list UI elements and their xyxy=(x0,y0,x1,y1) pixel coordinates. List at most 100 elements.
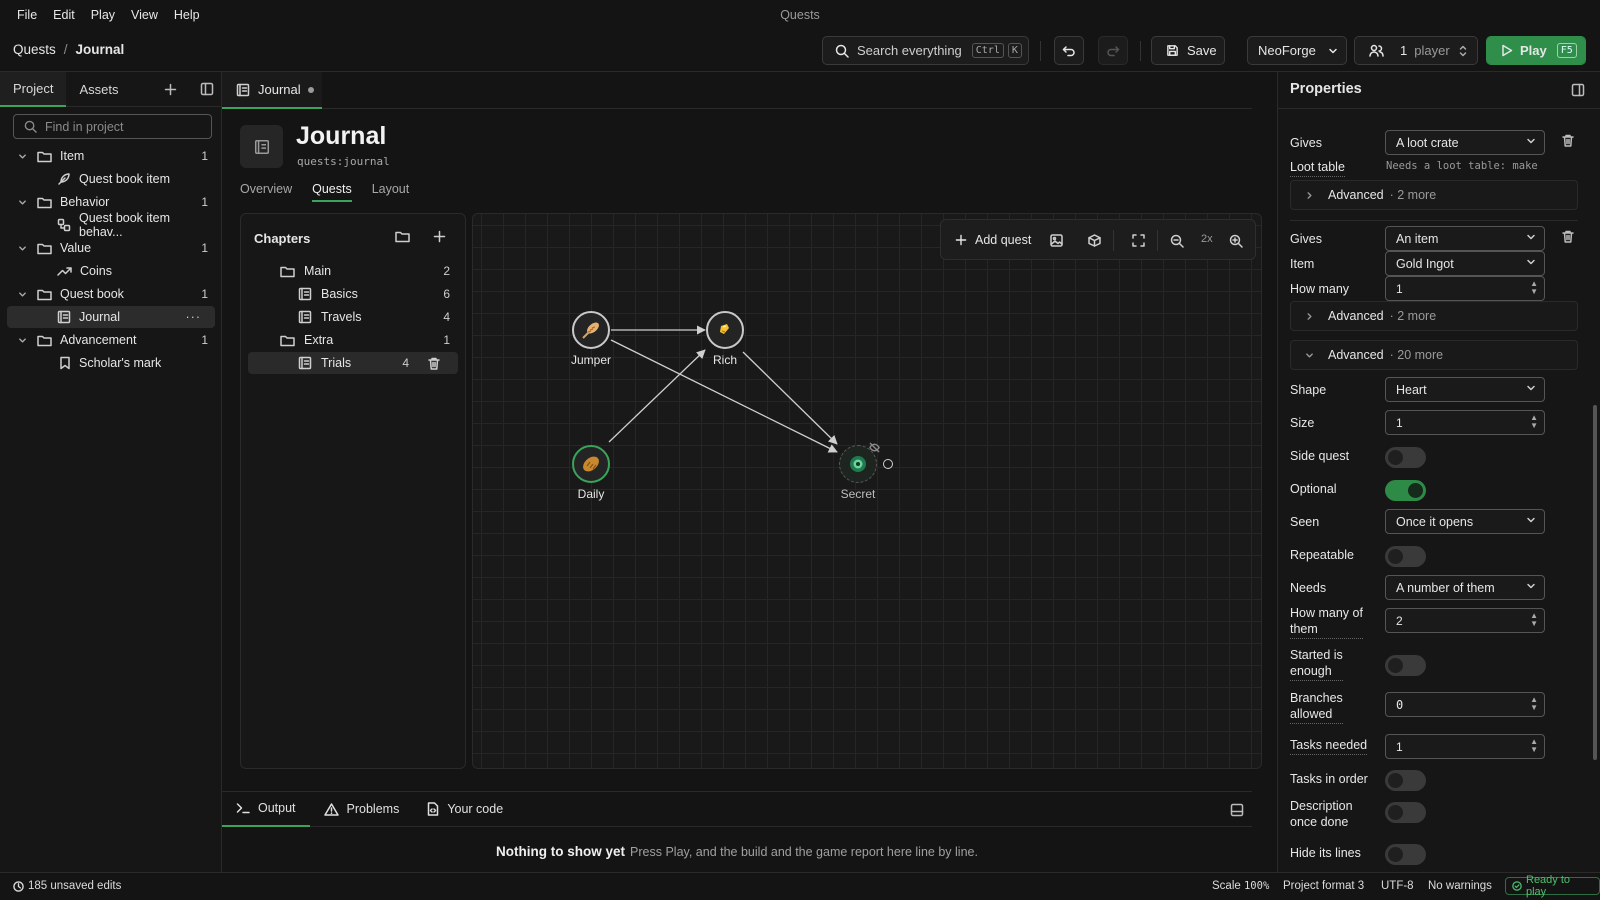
tasks-in-order-toggle[interactable] xyxy=(1385,770,1426,791)
trash-icon[interactable] xyxy=(1562,134,1574,147)
quest-daily[interactable]: Daily xyxy=(561,445,621,501)
loader-select[interactable]: NeoForge xyxy=(1247,36,1347,65)
started-enough-toggle[interactable] xyxy=(1385,655,1426,676)
fit-view-icon[interactable] xyxy=(1132,234,1145,247)
players-unit: player xyxy=(1414,43,1450,58)
tab-quests[interactable]: Quests xyxy=(312,182,352,202)
shape-select[interactable]: Heart xyxy=(1385,377,1545,402)
stepper-icon[interactable]: ▲ ▼ xyxy=(1530,280,1538,296)
tree-folder-advancement[interactable]: Advancement 1 xyxy=(7,329,215,351)
menu-edit[interactable]: Edit xyxy=(53,8,75,22)
trash-icon[interactable] xyxy=(1562,230,1574,243)
optional-toggle[interactable] xyxy=(1385,480,1426,501)
properties-scrollbar[interactable] xyxy=(1593,405,1597,760)
stepper-icon[interactable]: ▲ ▼ xyxy=(1530,414,1538,430)
chapter-trials[interactable]: Trials 4 xyxy=(248,352,458,374)
workflow-icon xyxy=(57,218,71,232)
side-quest-toggle[interactable] xyxy=(1385,447,1426,468)
tree-item-coins[interactable]: Coins xyxy=(7,260,215,282)
tab-your-code[interactable]: Your code xyxy=(413,792,517,827)
search-everything-button[interactable]: Search everything Ctrl K xyxy=(822,36,1029,65)
tab-layout[interactable]: Layout xyxy=(372,182,410,202)
tree-folder-behavior[interactable]: Behavior 1 xyxy=(7,191,215,213)
breadcrumb-root[interactable]: Quests xyxy=(13,42,56,57)
how-many-input[interactable]: 1 ▲ ▼ xyxy=(1385,276,1545,301)
tree-item-journal[interactable]: Journal ··· xyxy=(7,306,215,328)
zoom-in-icon[interactable] xyxy=(1229,234,1243,248)
tab-project[interactable]: Project xyxy=(0,71,67,107)
tab-assets[interactable]: Assets xyxy=(66,72,131,107)
needs-select[interactable]: A number of them xyxy=(1385,575,1545,600)
item-select[interactable]: Gold Ingot xyxy=(1385,251,1545,276)
advanced-section-2[interactable]: Advanced · 2 more xyxy=(1290,301,1578,331)
stepper-icon[interactable]: ▲ ▼ xyxy=(1530,612,1538,628)
quest-rich[interactable]: Rich xyxy=(695,311,755,367)
size-input[interactable]: 1 ▲ ▼ xyxy=(1385,410,1545,435)
players-stepper[interactable]: 1 player xyxy=(1354,36,1478,65)
warnings-status[interactable]: No warnings xyxy=(1428,880,1492,892)
undo-button[interactable] xyxy=(1054,36,1084,65)
new-folder-icon[interactable] xyxy=(395,230,410,243)
tree-folder-quest-book[interactable]: Quest book 1 xyxy=(7,283,215,305)
advanced-section-3[interactable]: Advanced · 20 more xyxy=(1290,340,1578,370)
menu-help[interactable]: Help xyxy=(174,8,200,22)
menu-view[interactable]: View xyxy=(131,8,158,22)
image-icon[interactable] xyxy=(1050,234,1063,247)
redo-button[interactable] xyxy=(1098,36,1128,65)
add-chapter-icon[interactable] xyxy=(433,230,446,243)
branches-allowed-input[interactable]: 0 ▲ ▼ xyxy=(1385,692,1545,717)
tab-output[interactable]: Output xyxy=(222,792,310,827)
how-many-of-them-input[interactable]: 2 ▲ ▼ xyxy=(1385,608,1545,633)
repeatable-label: Repeatable xyxy=(1290,548,1354,562)
project-search-input[interactable]: Find in project xyxy=(13,114,212,139)
editor-tab-journal[interactable]: Journal xyxy=(222,72,322,109)
bottom-panel-tabs: Output Problems Your code xyxy=(222,791,1252,827)
tree-item-quest-book-item[interactable]: Quest book item xyxy=(7,168,215,190)
save-button[interactable]: Save xyxy=(1151,36,1225,65)
menu-play[interactable]: Play xyxy=(91,8,115,22)
unsaved-edits[interactable]: 185 unsaved edits xyxy=(13,880,121,892)
menu-file[interactable]: File xyxy=(17,8,37,22)
hide-lines-toggle[interactable] xyxy=(1385,844,1426,865)
panel-toggle-icon[interactable] xyxy=(200,82,214,96)
panel-toggle-icon[interactable] xyxy=(1571,83,1585,97)
chapter-basics[interactable]: Basics 6 xyxy=(248,283,458,305)
description-once-done-toggle[interactable] xyxy=(1385,802,1426,823)
stepper-icon[interactable]: ▲ ▼ xyxy=(1530,696,1538,712)
repeatable-toggle[interactable] xyxy=(1385,546,1426,567)
tree-item-behavior[interactable]: Quest book item behav... xyxy=(7,211,215,239)
tab-problems[interactable]: Problems xyxy=(310,792,414,827)
add-icon[interactable] xyxy=(164,83,177,96)
scale-indicator[interactable]: Scale 100% xyxy=(1212,880,1269,892)
more-options-icon[interactable]: ··· xyxy=(186,310,202,324)
tree-folder-value[interactable]: Value 1 xyxy=(7,237,215,259)
stepper-icon[interactable]: ▲ ▼ xyxy=(1530,738,1538,754)
tasks-needed-input[interactable]: 1 ▲ ▼ xyxy=(1385,734,1545,759)
link-handle[interactable] xyxy=(883,459,893,469)
chapter-folder-main[interactable]: Main 2 xyxy=(248,260,458,282)
chapter-folder-extra[interactable]: Extra 1 xyxy=(248,329,458,351)
quest-secret[interactable]: Secret xyxy=(828,445,888,501)
advanced-section-1[interactable]: Advanced · 2 more xyxy=(1290,180,1578,210)
tree-item-scholars-mark[interactable]: Scholar's mark xyxy=(7,352,215,374)
trash-icon[interactable] xyxy=(428,357,440,370)
chapter-travels[interactable]: Travels 4 xyxy=(248,306,458,328)
check-circle-icon xyxy=(1512,881,1522,891)
chapter-count: 4 xyxy=(443,310,450,324)
play-button[interactable]: Play F5 xyxy=(1486,36,1586,65)
tree-label: Quest book item xyxy=(79,172,171,186)
warning-icon xyxy=(323,802,339,816)
zoom-out-icon[interactable] xyxy=(1170,234,1184,248)
gives-select[interactable]: A loot crate xyxy=(1385,130,1545,155)
tab-overview[interactable]: Overview xyxy=(240,182,292,202)
side-quest-label: Side quest xyxy=(1290,449,1350,463)
tree-folder-item[interactable]: Item 1 xyxy=(7,145,215,167)
cube-icon[interactable] xyxy=(1088,234,1101,247)
panel-bottom-icon[interactable] xyxy=(1230,803,1244,817)
add-quest-button[interactable]: Add quest xyxy=(941,233,1031,247)
seen-select[interactable]: Once it opens xyxy=(1385,509,1545,534)
gives-select[interactable]: An item xyxy=(1385,226,1545,251)
quest-canvas[interactable]: Jumper Rich Daily Secret xyxy=(472,213,1262,769)
quest-jumper[interactable]: Jumper xyxy=(561,311,621,367)
how-many-of-them-value: 2 xyxy=(1396,613,1403,628)
